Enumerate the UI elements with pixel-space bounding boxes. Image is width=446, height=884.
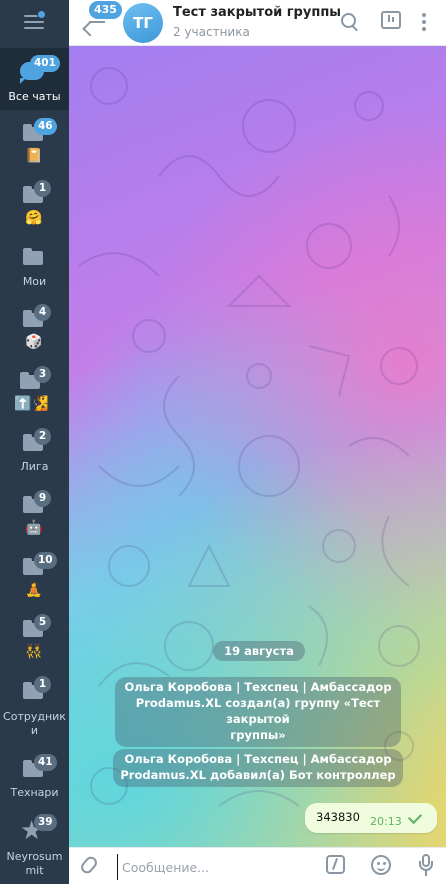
search-icon[interactable] <box>340 12 360 32</box>
message-time: 20:13 <box>370 815 402 828</box>
emoji-icon[interactable] <box>371 855 391 875</box>
folder-item[interactable]: 5 👯 <box>0 606 69 668</box>
folder-emoji: 🧘 <box>25 582 43 598</box>
microphone-icon[interactable] <box>418 854 434 878</box>
folder-badge: 2 <box>34 428 51 445</box>
folder-badge: 3 <box>34 366 51 383</box>
menu-unread-dot <box>37 10 46 19</box>
comments-icon[interactable] <box>381 11 401 31</box>
folder-badge: 401 <box>30 55 60 72</box>
folder-emoji: 👯 <box>25 644 43 660</box>
message-input[interactable] <box>117 854 320 880</box>
date-separator: 19 августа <box>213 641 305 661</box>
folder-item[interactable]: 9 🤖 <box>0 482 69 544</box>
folder-emoji: 🤖 <box>25 520 43 536</box>
outgoing-message[interactable]: 343830 20:13 <box>305 803 437 833</box>
folder-item[interactable]: 4 🎲 <box>0 296 69 358</box>
folder-neyrosummit[interactable]: ★ 39 Neyrosummit <box>0 808 69 884</box>
folder-label: Все чаты <box>8 90 61 103</box>
folder-label: Технари <box>10 786 59 799</box>
folder-all-chats[interactable]: 401 Все чаты <box>0 48 69 110</box>
folder-emoji: ⬆️🧏 <box>14 396 49 412</box>
bot-commands-icon[interactable] <box>326 855 345 874</box>
folder-badge: 5 <box>34 614 51 631</box>
folder-item[interactable]: 10 🧘 <box>0 544 69 606</box>
menu-button[interactable] <box>0 0 69 46</box>
folders-sidebar: 401 Все чаты 46 📔 1 🤗 Мои 4 🎲 3 ⬆️🧏 2 Ли… <box>0 0 69 884</box>
folder-label: Мои <box>22 275 47 288</box>
service-message-line: Prodamus.XL добавил(а) Бот контроллер <box>120 768 396 782</box>
folder-emoji: 📔 <box>25 148 43 164</box>
service-message-line: Prodamus.XL создал(а) группу «Тест закры… <box>135 696 381 726</box>
folder-sotrudniki[interactable]: 1 Сотрудники <box>0 668 69 742</box>
folder-badge: 10 <box>34 552 57 569</box>
more-vertical-icon[interactable] <box>421 12 427 32</box>
folder-emoji: 🤗 <box>25 210 43 226</box>
folder-badge: 4 <box>34 304 51 321</box>
folder-icon <box>23 248 43 265</box>
folder-emoji: 🎲 <box>25 334 43 350</box>
folder-badge: 1 <box>34 676 51 693</box>
folder-badge: 46 <box>34 118 57 135</box>
chat-avatar[interactable]: ТГ <box>123 3 163 43</box>
folder-liga[interactable]: 2 Лига <box>0 420 69 482</box>
chat-members-count[interactable]: 2 участника <box>173 25 250 39</box>
folder-item[interactable]: 1 🤗 <box>0 172 69 234</box>
folder-tehnari[interactable]: 41 Технари <box>0 746 69 808</box>
folder-badge: 41 <box>34 754 57 771</box>
service-message: Ольга Коробова | Техспец | Амбассадор Pr… <box>115 677 401 747</box>
folder-label: Лига <box>20 460 49 473</box>
chat-title[interactable]: Тест закрытой группы <box>173 5 341 20</box>
attach-icon[interactable] <box>78 854 100 876</box>
folder-badge: 9 <box>34 490 51 507</box>
back-unread-badge: 435 <box>89 1 122 19</box>
chat-header: 435 ТГ Тест закрытой группы 2 участника <box>69 0 446 46</box>
message-composer <box>69 847 446 884</box>
folder-item[interactable]: 46 📔 <box>0 110 69 172</box>
read-check-icon <box>407 809 423 825</box>
folder-moi[interactable]: Мои <box>0 234 69 296</box>
folder-badge: 1 <box>34 180 51 197</box>
service-message-line: группы» <box>230 728 286 742</box>
folder-label: Neyrosummit <box>6 850 63 877</box>
chat-messages-area[interactable]: 19 августа Ольга Коробова | Техспец | Ам… <box>69 46 446 847</box>
folder-label: Сотрудники <box>3 710 66 737</box>
service-message: Ольга Коробова | Техспец | Амбассадор Pr… <box>113 749 403 787</box>
service-message-line: Ольга Коробова | Техспец | Амбассадор <box>124 752 392 766</box>
folder-badge: 39 <box>34 814 57 831</box>
folder-item[interactable]: 3 ⬆️🧏 <box>0 358 69 420</box>
message-text: 343830 <box>316 810 360 824</box>
service-message-line: Ольга Коробова | Техспец | Амбассадор <box>124 680 392 694</box>
